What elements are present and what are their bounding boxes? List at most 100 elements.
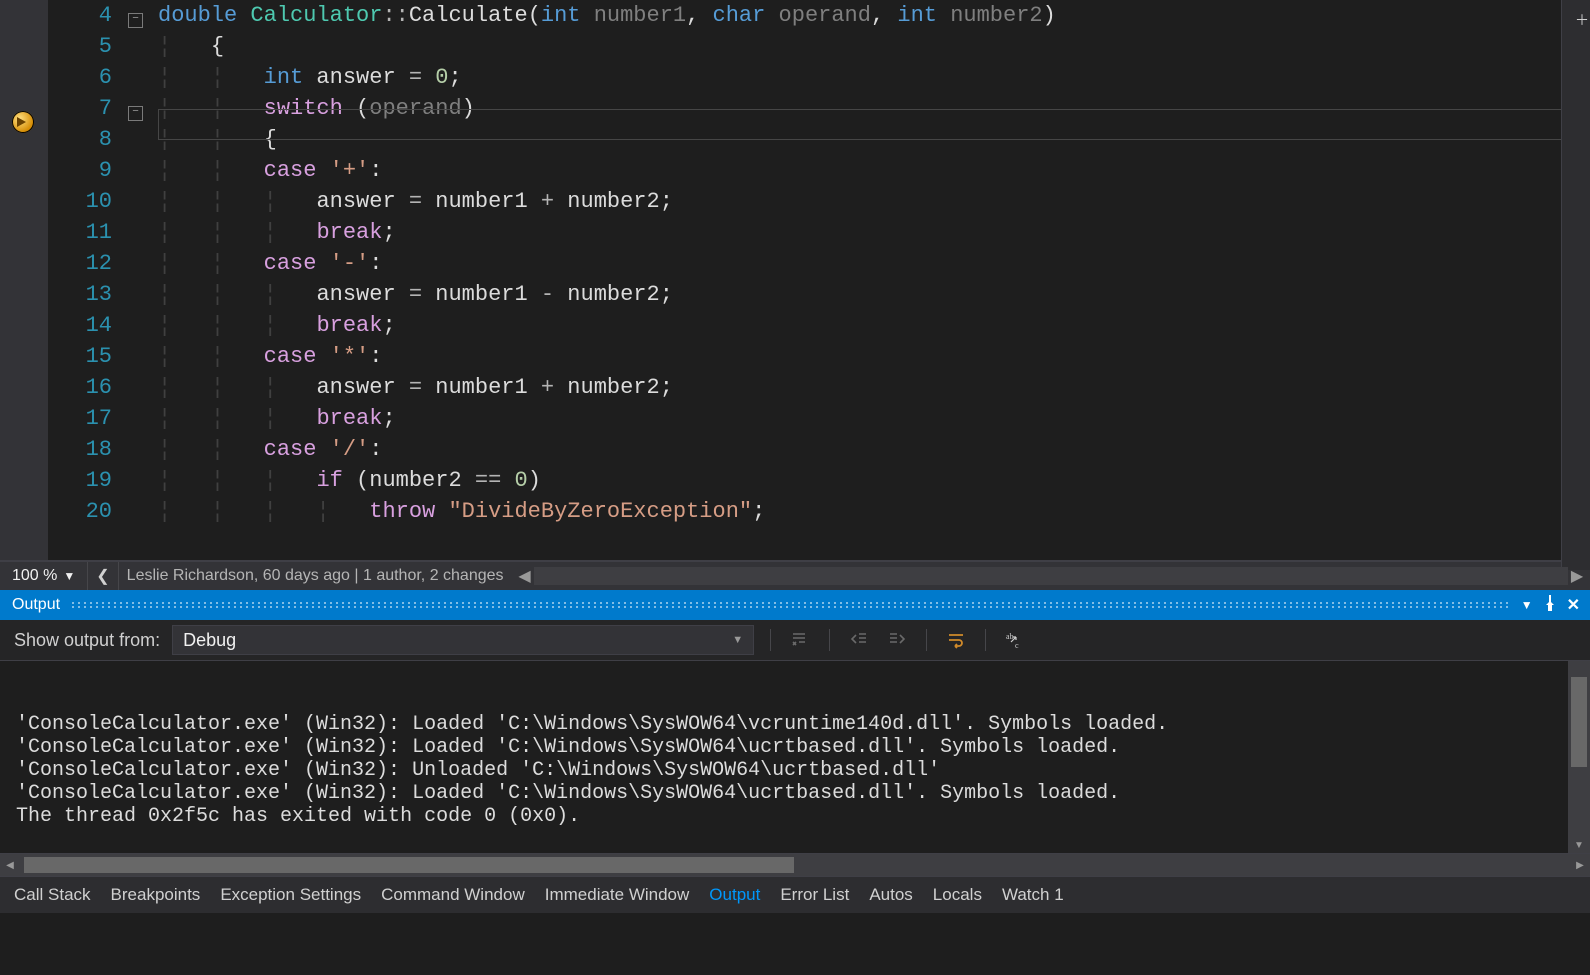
window-position-icon[interactable]: ▼ — [1521, 598, 1533, 612]
breakpoint-gutter[interactable] — [0, 0, 48, 560]
line-number: 16 — [48, 372, 128, 403]
code-area[interactable]: double Calculator::Calculate(int number1… — [158, 0, 1590, 560]
tab-output[interactable]: Output — [709, 885, 760, 905]
tab-autos[interactable]: Autos — [869, 885, 912, 905]
code-line[interactable]: ¦ ¦ case '*': — [158, 341, 1590, 372]
close-icon[interactable]: ✕ — [1567, 595, 1580, 615]
output-text-area[interactable]: 'ConsoleCalculator.exe' (Win32): Loaded … — [0, 661, 1590, 853]
scroll-right-icon[interactable]: ▶ — [1568, 567, 1586, 585]
nav-back-button[interactable]: ❮ — [87, 562, 118, 590]
fold-cell[interactable] — [128, 217, 158, 248]
execution-pointer-icon[interactable] — [12, 111, 34, 133]
fold-cell[interactable] — [128, 496, 158, 527]
output-vertical-scrollbar[interactable]: ▲ ▼ — [1568, 661, 1590, 853]
code-line[interactable]: ¦ ¦ ¦ answer = number1 - number2; — [158, 279, 1590, 310]
code-line[interactable]: ¦ { — [158, 31, 1590, 62]
tool-window-tabs[interactable]: Call Stack Breakpoints Exception Settings C… — [0, 876, 1590, 913]
fold-cell[interactable] — [128, 310, 158, 341]
fold-cell[interactable] — [128, 279, 158, 310]
line-number: 19 — [48, 465, 128, 496]
output-line: 'ConsoleCalculator.exe' (Win32): Loaded … — [16, 713, 1590, 736]
code-line[interactable]: double Calculator::Calculate(int number1… — [158, 0, 1590, 31]
chevron-down-icon: ▼ — [732, 634, 743, 646]
find-icon[interactable]: abc — [1002, 627, 1028, 653]
fold-cell[interactable] — [128, 248, 158, 279]
code-line[interactable]: ¦ ¦ ¦ ¦ throw "DivideByZeroException"; — [158, 496, 1590, 527]
code-line[interactable]: ¦ ¦ ¦ break; — [158, 217, 1590, 248]
svg-text:ab: ab — [1006, 632, 1014, 641]
fold-cell[interactable] — [128, 372, 158, 403]
fold-cell[interactable] — [128, 341, 158, 372]
code-line[interactable]: ¦ ¦ case '+': — [158, 155, 1590, 186]
code-line[interactable]: ¦ ¦ ¦ answer = number1 + number2; — [158, 186, 1590, 217]
line-number: 13 — [48, 279, 128, 310]
line-number-gutter: 4567891011121314151617181920 — [48, 0, 128, 560]
output-horizontal-scrollbar[interactable]: ◀ ▶ — [0, 853, 1590, 876]
editor-horizontal-scrollbar[interactable]: ◀ ▶ — [516, 567, 1586, 585]
code-line[interactable]: ¦ ¦ case '-': — [158, 248, 1590, 279]
line-number: 6 — [48, 62, 128, 93]
separator — [985, 629, 986, 651]
output-source-combo[interactable]: Debug ▼ — [172, 625, 754, 655]
fold-cell[interactable] — [128, 155, 158, 186]
tab-error-list[interactable]: Error List — [780, 885, 849, 905]
fold-gutter[interactable]: −− — [128, 0, 158, 560]
scroll-right-icon[interactable]: ▶ — [1570, 854, 1590, 876]
code-line[interactable]: ¦ ¦ int answer = 0; — [158, 62, 1590, 93]
code-line[interactable]: ¦ ¦ ¦ if (number2 == 0) — [158, 465, 1590, 496]
drag-handle[interactable] — [70, 601, 1511, 609]
zoom-value: 100 % — [12, 567, 57, 585]
scroll-thumb[interactable] — [1571, 677, 1587, 767]
tab-watch-1[interactable]: Watch 1 — [1002, 885, 1064, 905]
line-number: 18 — [48, 434, 128, 465]
tab-call-stack[interactable]: Call Stack — [14, 885, 91, 905]
output-line: 'ConsoleCalculator.exe' (Win32): Loaded … — [16, 736, 1590, 759]
code-line[interactable]: ¦ ¦ ¦ break; — [158, 310, 1590, 341]
code-editor[interactable]: 4567891011121314151617181920 −− double C… — [0, 0, 1590, 561]
line-number: 5 — [48, 31, 128, 62]
code-line[interactable]: ¦ ¦ ¦ break; — [158, 403, 1590, 434]
toggle-word-wrap-icon[interactable] — [943, 627, 969, 653]
code-line[interactable]: ¦ ¦ case '/': — [158, 434, 1590, 465]
fold-cell[interactable]: − — [128, 0, 158, 31]
codelens-blame[interactable]: Leslie Richardson, 60 days ago | 1 autho… — [119, 567, 512, 585]
line-number: 10 — [48, 186, 128, 217]
fold-cell[interactable] — [128, 124, 158, 155]
separator — [926, 629, 927, 651]
tab-locals[interactable]: Locals — [933, 885, 982, 905]
output-line: 'ConsoleCalculator.exe' (Win32): Loaded … — [16, 782, 1590, 805]
collapsed-tool-window[interactable]: ＋ — [1561, 0, 1590, 570]
tab-breakpoints[interactable]: Breakpoints — [111, 885, 201, 905]
tab-immediate-window[interactable]: Immediate Window — [545, 885, 690, 905]
scroll-left-icon[interactable]: ◀ — [0, 854, 20, 876]
plus-icon[interactable]: ＋ — [1575, 10, 1589, 30]
fold-cell[interactable] — [128, 465, 158, 496]
code-line[interactable]: ¦ ¦ ¦ answer = number1 + number2; — [158, 372, 1590, 403]
tab-command-window[interactable]: Command Window — [381, 885, 525, 905]
fold-cell[interactable] — [128, 62, 158, 93]
separator — [829, 629, 830, 651]
clear-all-icon[interactable] — [787, 627, 813, 653]
indent-left-icon[interactable] — [846, 627, 872, 653]
fold-cell[interactable] — [128, 31, 158, 62]
tab-exception-settings[interactable]: Exception Settings — [220, 885, 361, 905]
output-source-value: Debug — [183, 630, 236, 651]
indent-right-icon[interactable] — [884, 627, 910, 653]
scroll-left-icon[interactable]: ◀ — [516, 567, 534, 585]
pin-icon[interactable] — [1543, 595, 1557, 616]
output-panel-titlebar[interactable]: Output ▼ ✕ — [0, 590, 1590, 620]
fold-cell[interactable] — [128, 403, 158, 434]
fold-cell[interactable] — [128, 186, 158, 217]
line-number: 12 — [48, 248, 128, 279]
scroll-thumb[interactable] — [24, 857, 794, 873]
chevron-down-icon[interactable]: ▼ — [63, 569, 75, 583]
fold-cell[interactable]: − — [128, 93, 158, 124]
fold-cell[interactable] — [128, 434, 158, 465]
fold-toggle-icon[interactable]: − — [128, 106, 143, 121]
code-line[interactable]: ¦ ¦ switch (operand) — [158, 93, 1590, 124]
fold-toggle-icon[interactable]: − — [128, 13, 143, 28]
output-line: 'ConsoleCalculator.exe' (Win32): Unloade… — [16, 759, 1590, 782]
scroll-down-icon[interactable]: ▼ — [1568, 837, 1590, 853]
zoom-level[interactable]: 100 % ▼ — [0, 567, 87, 585]
code-line[interactable]: ¦ ¦ { — [158, 124, 1590, 155]
